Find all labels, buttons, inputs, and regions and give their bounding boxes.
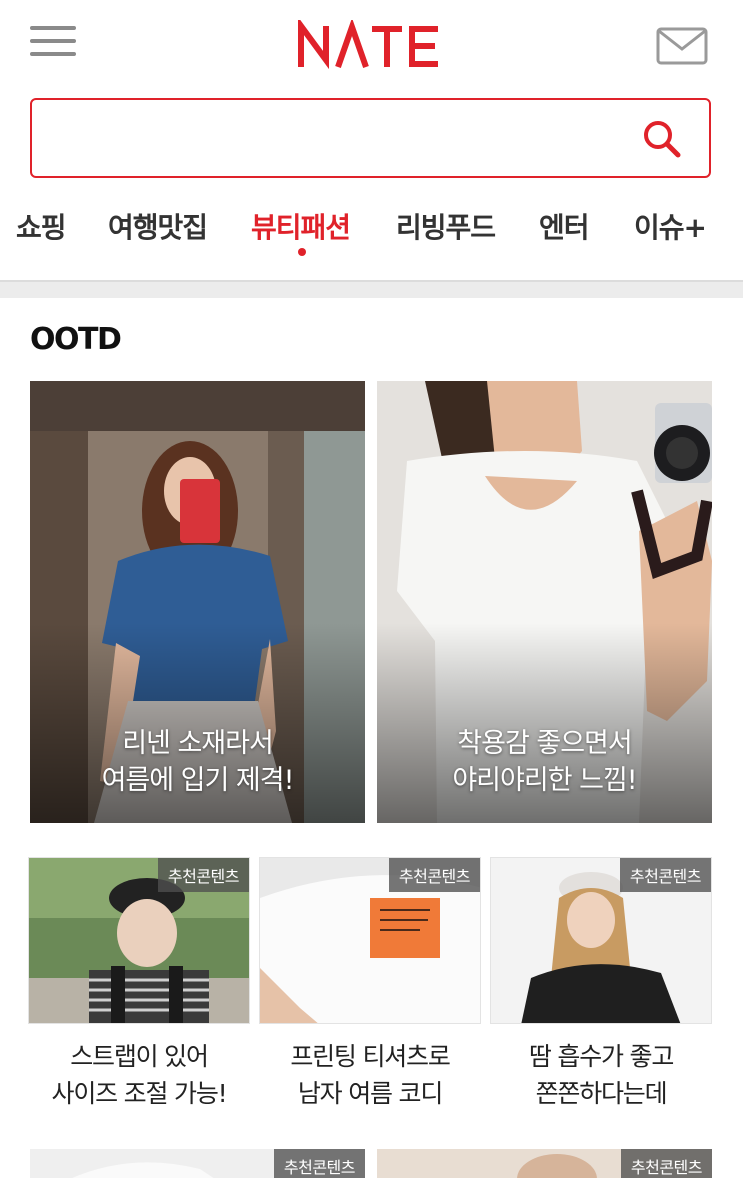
- recommended-badge: 추천콘텐츠: [620, 1149, 712, 1178]
- recommended-card[interactable]: 추천콘텐츠 프린팅 티셔츠로 남자 여름 코디: [259, 857, 481, 1119]
- featured-caption: 리넨 소재라서 여름에 입기 제격!: [101, 728, 295, 796]
- featured-caption: 착용감 좋으면서 야리야리한 느낌!: [452, 728, 637, 796]
- bottom-card[interactable]: 추천콘텐츠: [30, 1149, 365, 1178]
- featured-card[interactable]: 착용감 좋으면서 야리야리한 느낌!: [377, 381, 712, 823]
- hamburger-menu-icon[interactable]: [30, 26, 78, 62]
- section-title: OOTD: [30, 322, 122, 357]
- section-divider: [0, 282, 743, 298]
- tab-shopping[interactable]: 쇼핑: [16, 206, 67, 246]
- recommended-card[interactable]: 추천콘텐츠 스트랩이 있어 사이즈 조절 가능!: [28, 857, 250, 1119]
- tab-travel-food[interactable]: 여행맛집: [108, 206, 208, 246]
- envelope-icon[interactable]: [656, 27, 708, 65]
- featured-card[interactable]: 리넨 소재라서 여름에 입기 제격!: [30, 381, 365, 823]
- recommended-thumb: 추천콘텐츠: [490, 857, 712, 1024]
- tab-issue-plus[interactable]: 이슈+: [634, 206, 707, 246]
- search-box: [30, 98, 711, 178]
- tab-living-food[interactable]: 리빙푸드: [396, 206, 496, 246]
- category-tabs: 쇼핑 여행맛집 뷰티패션 리빙푸드 엔터 이슈+: [0, 190, 743, 282]
- active-tab-indicator: [298, 248, 306, 256]
- top-header: [0, 0, 743, 92]
- recommended-card[interactable]: 추천콘텐츠 땀 흡수가 좋고 쫀쫀하다는데: [490, 857, 712, 1119]
- recommended-caption: 프린팅 티셔츠로 남자 여름 코디: [290, 1042, 451, 1108]
- recommended-badge: 추천콘텐츠: [619, 858, 711, 892]
- nate-logo[interactable]: [298, 16, 444, 72]
- recommended-badge: 추천콘텐츠: [273, 1149, 365, 1178]
- nate-logo-mark: [298, 16, 438, 70]
- recommended-badge: 추천콘텐츠: [157, 858, 249, 892]
- tab-entertainment[interactable]: 엔터: [539, 206, 590, 246]
- search-input[interactable]: [50, 112, 630, 164]
- recommended-badge: 추천콘텐츠: [388, 858, 480, 892]
- search-icon[interactable]: [641, 118, 683, 160]
- recommended-caption: 땀 흡수가 좋고 쫀쫀하다는데: [528, 1042, 674, 1108]
- bottom-card[interactable]: 추천콘텐츠: [377, 1149, 712, 1178]
- recommended-thumb: 추천콘텐츠: [28, 857, 250, 1024]
- recommended-caption: 스트랩이 있어 사이즈 조절 가능!: [51, 1042, 228, 1108]
- recommended-thumb: 추천콘텐츠: [259, 857, 481, 1024]
- tab-beauty-fashion[interactable]: 뷰티패션: [251, 206, 351, 246]
